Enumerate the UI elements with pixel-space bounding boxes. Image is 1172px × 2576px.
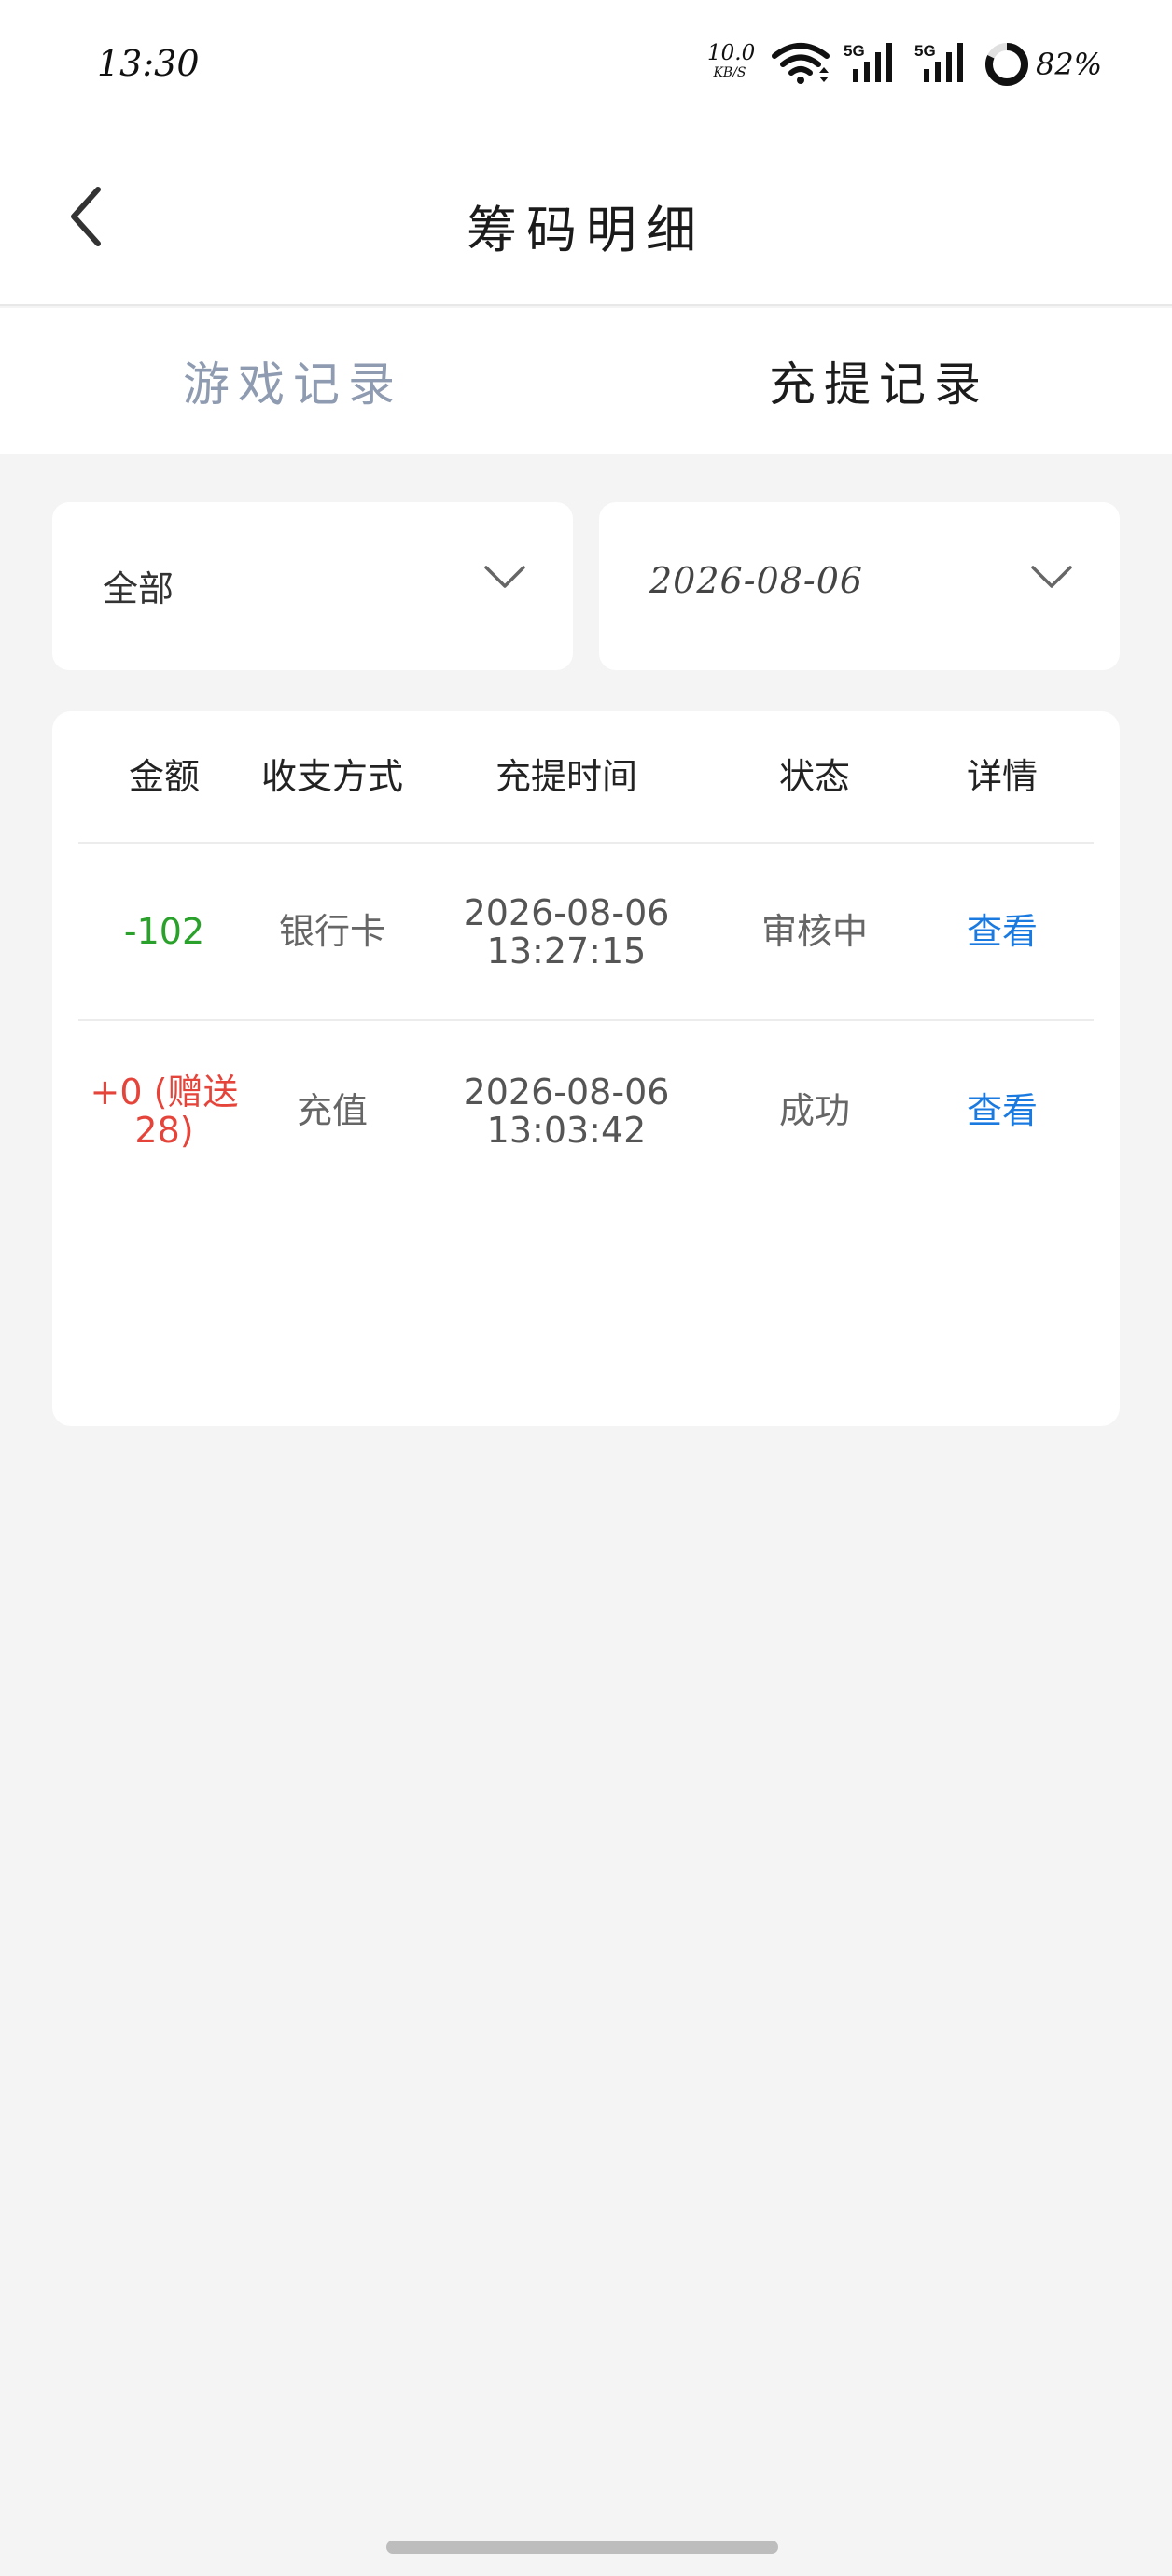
records-table: 金额 收支方式 充提时间 状态 详情 -102 银行卡 2026-08-06 1… bbox=[52, 711, 1120, 1426]
page-title: 筹码明细 bbox=[467, 201, 705, 259]
svg-text:5G: 5G bbox=[914, 42, 936, 60]
type-filter-value: 全部 bbox=[103, 568, 174, 609]
row-status: 成功 bbox=[778, 1090, 850, 1132]
column-header-method: 收支方式 bbox=[260, 756, 403, 798]
column-header-time: 充提时间 bbox=[495, 756, 637, 798]
row-time-text: 13:27:15 bbox=[486, 931, 647, 972]
row-date-text: 2026-08-06 bbox=[463, 1071, 670, 1113]
row-amount: +0 (赠送28) bbox=[90, 1071, 239, 1151]
tab-bar: 游戏记录 充提记录 bbox=[0, 308, 1172, 454]
view-detail-link[interactable]: 查看 bbox=[911, 1023, 1094, 1200]
svg-text:5G: 5G bbox=[844, 42, 865, 60]
column-header-status: 状态 bbox=[778, 756, 850, 798]
home-indicator[interactable] bbox=[386, 2541, 778, 2554]
view-detail-link[interactable]: 查看 bbox=[911, 844, 1094, 1021]
date-filter-value: 2026-08-06 bbox=[649, 560, 864, 601]
row-date-text: 2026-08-06 bbox=[463, 891, 670, 933]
column-header-detail: 详情 bbox=[966, 756, 1038, 798]
battery-icon bbox=[984, 41, 1030, 91]
wifi-icon bbox=[771, 41, 830, 90]
tab-deposit-withdraw-records[interactable]: 充提记录 bbox=[586, 308, 1172, 454]
status-time: 13:30 bbox=[97, 43, 200, 84]
table-row: -102 银行卡 2026-08-06 13:27:15 审核中 查看 bbox=[78, 844, 1094, 1021]
row-time: 2026-08-06 13:03:42 bbox=[414, 1023, 719, 1200]
tab-game-records[interactable]: 游戏记录 bbox=[0, 308, 586, 454]
row-status: 审核中 bbox=[760, 911, 868, 953]
network-speed: 10.0 KB/S bbox=[707, 41, 756, 80]
signal-5g-icon: 5G bbox=[844, 41, 900, 90]
status-bar: 13:30 10.0 KB/S 5G 5G 82% bbox=[0, 0, 1172, 131]
network-speed-unit: KB/S bbox=[713, 65, 746, 80]
type-filter-dropdown[interactable]: 全部 bbox=[52, 502, 573, 670]
top-bar: 筹码明细 bbox=[0, 131, 1172, 306]
column-header-amount: 金额 bbox=[128, 756, 200, 798]
table-row: +0 (赠送28) 充值 2026-08-06 13:03:42 成功 查看 bbox=[78, 1023, 1094, 1200]
network-speed-value: 10.0 bbox=[707, 41, 756, 65]
row-method: 充值 bbox=[296, 1090, 368, 1132]
signal-5g-icon: 5G bbox=[914, 41, 970, 90]
date-filter-dropdown[interactable]: 2026-08-06 bbox=[599, 502, 1120, 670]
row-amount: -102 bbox=[123, 911, 205, 953]
row-method: 银行卡 bbox=[278, 911, 385, 953]
table-header: 金额 收支方式 充提时间 状态 详情 bbox=[78, 711, 1094, 844]
row-time-text: 13:03:42 bbox=[486, 1110, 647, 1151]
page: 13:30 10.0 KB/S 5G 5G 82% 筹码明细 游戏记录 充提记录… bbox=[0, 0, 1172, 2576]
row-time: 2026-08-06 13:27:15 bbox=[414, 844, 719, 1021]
chevron-down-icon bbox=[1030, 564, 1073, 594]
battery-percent: 82% bbox=[1036, 47, 1103, 82]
chevron-down-icon bbox=[483, 564, 526, 594]
